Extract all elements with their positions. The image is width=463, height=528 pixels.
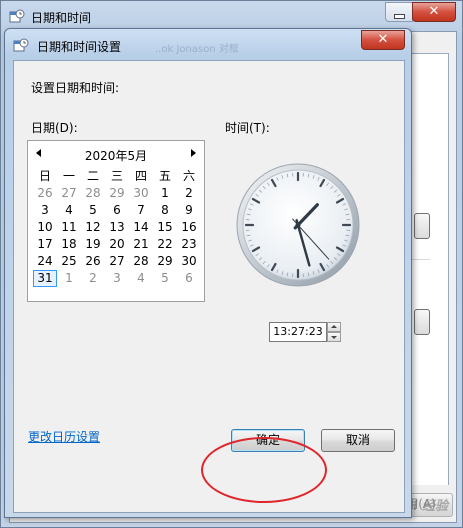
time-label: 时间(T):	[225, 121, 270, 135]
calendar-day[interactable]: 27	[105, 253, 129, 270]
date-time-icon	[9, 9, 25, 23]
calendar-day[interactable]: 14	[129, 219, 153, 236]
time-input[interactable]: 13:27:23	[269, 322, 327, 342]
weekday-label: 三	[110, 169, 123, 183]
calendar-day[interactable]: 26	[33, 185, 57, 202]
weekday-header-row: 日一二三四五六	[33, 168, 201, 185]
date-label: 日期(D):	[31, 121, 78, 135]
cancel-button[interactable]: 取消	[321, 429, 395, 452]
weekday-label: 二	[86, 169, 99, 183]
outer-titlebar: 日期和时间 ✕	[1, 1, 462, 31]
calendar-day[interactable]: 2	[177, 185, 201, 202]
calendar-day[interactable]: 26	[81, 253, 105, 270]
time-spin-up-icon[interactable]	[327, 322, 341, 332]
calendar-day[interactable]: 1	[57, 270, 81, 287]
calendar-day[interactable]: 20	[105, 236, 129, 253]
outer-window-title: 日期和时间	[31, 11, 92, 25]
calendar-day[interactable]: 30	[177, 253, 201, 270]
calendar-day[interactable]: 1	[153, 185, 177, 202]
weekday-label: 四	[134, 169, 147, 183]
minimize-button[interactable]	[385, 2, 413, 22]
outer-close-button[interactable]: ✕	[412, 2, 456, 22]
weekday-label: 六	[182, 169, 195, 183]
calendar-day[interactable]: 16	[177, 219, 201, 236]
calendar-day[interactable]: 28	[81, 185, 105, 202]
calendar-week-row: 26 27 28 29 30 1 2	[33, 185, 201, 202]
calendar-day[interactable]: 4	[57, 202, 81, 219]
date-time-icon	[13, 38, 29, 52]
calendar-day[interactable]: 29	[153, 253, 177, 270]
calendar-day[interactable]: 10	[33, 219, 57, 236]
calendar-day[interactable]: 15	[153, 219, 177, 236]
calendar-day[interactable]: 25	[57, 253, 81, 270]
calendar-week-row: 17 18 19 20 21 22 23	[33, 236, 201, 253]
calendar-day[interactable]: 21	[129, 236, 153, 253]
calendar-day[interactable]: 27	[57, 185, 81, 202]
calendar-day[interactable]: 29	[105, 185, 129, 202]
calendar-day[interactable]: 7	[129, 202, 153, 219]
change-calendar-settings-link[interactable]: 更改日历设置	[28, 428, 100, 445]
calendar-week-row: 3456789	[33, 202, 201, 219]
outer-change-timezone-button[interactable]	[414, 309, 430, 335]
calendar-day[interactable]: 3	[33, 202, 57, 219]
calendar-day[interactable]: 28	[129, 253, 153, 270]
dialog-title: 日期和时间设置	[37, 40, 122, 54]
calendar-day[interactable]: 24	[33, 253, 57, 270]
clock-center-pin	[295, 222, 301, 228]
calendar-day[interactable]: 4	[129, 270, 153, 287]
close-icon: ✕	[428, 4, 440, 19]
calendar-day[interactable]: 30	[129, 185, 153, 202]
calendar-day-selected[interactable]: 31	[33, 270, 57, 287]
calendar-day[interactable]: 3	[105, 270, 129, 287]
calendar-day[interactable]: 17	[33, 236, 57, 253]
calendar-grid: 日一二三四五六 26 27 28 29 30 1 2 3 4 5 6 7 8 9 10 11 12 13 14 15 16…	[33, 168, 201, 287]
calendar-day[interactable]: 23	[177, 236, 201, 253]
calendar-month-label[interactable]: 2020年5月	[28, 147, 204, 164]
analog-clock	[236, 163, 360, 287]
highlight-annotation	[201, 437, 327, 503]
weekday-label: 五	[158, 169, 171, 183]
time-spin-down-icon[interactable]	[327, 332, 341, 342]
calendar-day[interactable]: 11	[57, 219, 81, 236]
calendar-day[interactable]: 2	[81, 270, 105, 287]
weekday-label: 日	[38, 169, 51, 183]
calendar-day[interactable]: 13	[105, 219, 129, 236]
close-icon: ✕	[377, 32, 389, 47]
calendar-week-row: 31 1 2 3 4 5 6	[33, 270, 201, 287]
outer-change-date-button[interactable]	[414, 213, 430, 239]
weekday-label: 一	[62, 169, 75, 183]
calendar-header: 2020年5月	[28, 147, 204, 163]
title-ghost-text: ..ok Jonason 对框	[155, 44, 239, 55]
calendar-day[interactable]: 6	[177, 270, 201, 287]
calendar[interactable]: 2020年5月 日一二三四五六 26 27 28 29 30 1 2 3 4 5 6 7 8 9 10 11 12…	[27, 140, 205, 302]
calendar-day[interactable]: 22	[153, 236, 177, 253]
calendar-day[interactable]: 12	[81, 219, 105, 236]
calendar-week-row: 10 11 12 13 14 15 16	[33, 219, 201, 236]
calendar-day[interactable]: 8	[153, 202, 177, 219]
calendar-day[interactable]: 19	[81, 236, 105, 253]
calendar-day[interactable]: 9	[177, 202, 201, 219]
calendar-day[interactable]: 5	[153, 270, 177, 287]
calendar-week-row: 24 25 26 27 28 29 30	[33, 253, 201, 270]
next-month-icon[interactable]	[191, 149, 196, 157]
calendar-day[interactable]: 6	[105, 202, 129, 219]
dialog-close-button[interactable]: ✕	[361, 30, 405, 50]
dialog-heading: 设置日期和时间:	[31, 81, 120, 95]
calendar-day[interactable]: 18	[57, 236, 81, 253]
calendar-day[interactable]: 5	[81, 202, 105, 219]
date-time-settings-dialog: 日期和时间设置 ..ok Jonason 对框 ✕ 设置日期和时间: 日期(D)…	[4, 28, 412, 518]
